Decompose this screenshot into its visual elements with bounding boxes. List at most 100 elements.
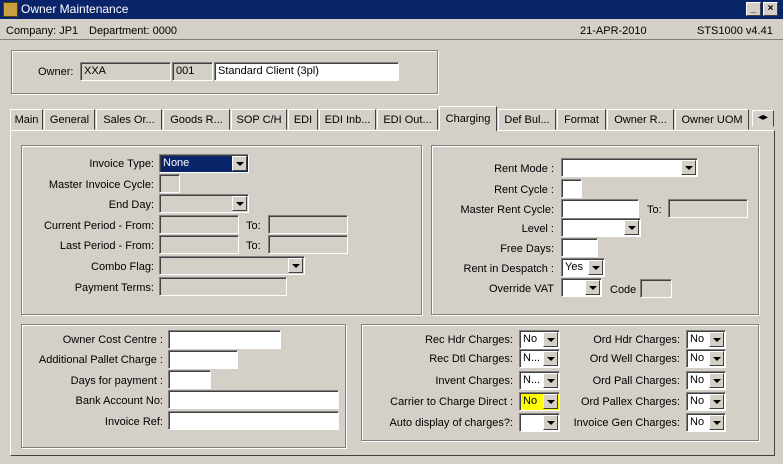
chevron-down-icon[interactable] bbox=[624, 220, 639, 235]
chevron-down-icon[interactable] bbox=[543, 351, 558, 366]
tab-scroll-arrows[interactable]: ◂▸ bbox=[752, 110, 774, 127]
ord-hdr-charges-label: Ord Hdr Charges: bbox=[593, 334, 680, 346]
vat-code-field[interactable] bbox=[640, 279, 672, 298]
master-invoice-cycle-field[interactable] bbox=[159, 174, 180, 193]
chevron-down-icon[interactable] bbox=[232, 196, 247, 211]
rent-mode-select[interactable] bbox=[561, 158, 698, 177]
tab-main[interactable]: Main bbox=[10, 109, 43, 130]
tab-edi-inbound[interactable]: EDI Inb... bbox=[319, 109, 376, 130]
current-period-to-field[interactable] bbox=[268, 215, 348, 234]
version-label: STS1000 v4.41 bbox=[697, 25, 773, 37]
level-select[interactable] bbox=[561, 218, 641, 237]
combo-flag-label: Combo Flag: bbox=[91, 261, 154, 273]
payment-terms-field[interactable] bbox=[159, 277, 287, 296]
ord-pallex-charges-value: No bbox=[690, 395, 705, 407]
current-period-from-field[interactable] bbox=[159, 215, 239, 234]
tab-format[interactable]: Format bbox=[557, 109, 606, 130]
rent-in-despatch-select[interactable]: Yes bbox=[561, 258, 605, 277]
owner-cost-centre-label: Owner Cost Centre : bbox=[62, 334, 163, 346]
chevron-down-icon[interactable] bbox=[585, 280, 600, 295]
bank-account-label: Bank Account No: bbox=[75, 395, 163, 407]
rec-hdr-charges-label: Rec Hdr Charges: bbox=[424, 334, 513, 346]
chevron-down-icon[interactable] bbox=[543, 332, 558, 347]
chevron-down-icon[interactable] bbox=[681, 160, 696, 175]
invoice-gen-charges-select[interactable]: No bbox=[686, 413, 726, 432]
master-rent-to-field[interactable] bbox=[668, 199, 748, 218]
invoice-ref-label: Invoice Ref: bbox=[104, 416, 163, 428]
ord-hdr-charges-select[interactable]: No bbox=[686, 330, 726, 349]
owner-cost-centre-field[interactable] bbox=[168, 330, 281, 349]
last-period-label: Last Period - From: bbox=[59, 240, 154, 252]
end-day-label: End Day: bbox=[108, 199, 154, 211]
invent-charges-select[interactable]: N... bbox=[519, 371, 560, 390]
tab-label: Charging bbox=[445, 113, 491, 125]
additional-pallet-charge-label: Additional Pallet Charge : bbox=[38, 354, 163, 366]
additional-pallet-charge-field[interactable] bbox=[168, 350, 238, 369]
invoice-type-select[interactable]: None bbox=[159, 154, 249, 173]
owner-code-field[interactable]: XXA bbox=[80, 62, 171, 81]
tab-owner-uom[interactable]: Owner UOM bbox=[675, 109, 749, 130]
tab-goods-received[interactable]: Goods R... bbox=[163, 109, 230, 130]
close-button[interactable]: × bbox=[763, 2, 778, 16]
tab-sales-orders[interactable]: Sales Or... bbox=[96, 109, 162, 130]
tab-sop-ch[interactable]: SOP C/H bbox=[231, 109, 287, 130]
chevron-down-icon[interactable] bbox=[709, 351, 724, 366]
ord-pall-charges-value: No bbox=[690, 374, 705, 386]
tab-default-bulk[interactable]: Def Bul... bbox=[498, 109, 556, 130]
tab-edi-outbound[interactable]: EDI Out... bbox=[377, 109, 438, 130]
chevron-down-icon[interactable] bbox=[709, 394, 724, 409]
ord-well-charges-label: Ord Well Charges: bbox=[589, 353, 680, 365]
invent-charges-label: Invent Charges: bbox=[435, 375, 513, 387]
invent-charges-value: N... bbox=[523, 374, 541, 386]
master-rent-cycle-field[interactable] bbox=[561, 199, 639, 218]
tab-edi[interactable]: EDI bbox=[288, 109, 318, 130]
tab-owner-r[interactable]: Owner R... bbox=[607, 109, 674, 130]
chevron-down-icon[interactable] bbox=[543, 415, 558, 430]
carrier-charge-direct-select[interactable]: No bbox=[519, 392, 560, 411]
chevron-down-icon[interactable] bbox=[588, 260, 603, 275]
chevron-down-icon[interactable] bbox=[709, 332, 724, 347]
chevron-down-icon[interactable] bbox=[232, 156, 247, 171]
ord-well-charges-select[interactable]: No bbox=[686, 349, 726, 368]
bank-account-field[interactable] bbox=[168, 390, 339, 409]
ord-pall-charges-select[interactable]: No bbox=[686, 371, 726, 390]
rec-dtl-charges-select[interactable]: N... bbox=[519, 349, 560, 368]
rec-dtl-charges-value: N... bbox=[523, 352, 541, 364]
owner-name-field[interactable]: Standard Client (3pl) bbox=[214, 62, 399, 81]
chevron-down-icon[interactable] bbox=[709, 415, 724, 430]
auto-display-charges-label: Auto display of charges?: bbox=[389, 417, 513, 429]
invoice-type-value: None bbox=[163, 157, 190, 169]
tab-label: Main bbox=[14, 114, 39, 126]
app-icon bbox=[3, 2, 18, 17]
chevron-down-icon[interactable] bbox=[543, 373, 558, 388]
tab-label: EDI Inb... bbox=[324, 114, 371, 126]
tab-label: Goods R... bbox=[170, 114, 223, 126]
free-days-field[interactable] bbox=[561, 238, 598, 257]
master-invoice-cycle-label: Master Invoice Cycle: bbox=[48, 179, 154, 191]
rent-in-despatch-value: Yes bbox=[565, 261, 583, 273]
owner-number-field[interactable]: 001 bbox=[172, 62, 213, 81]
end-day-select[interactable] bbox=[159, 194, 249, 213]
chevron-down-icon[interactable] bbox=[288, 258, 303, 273]
ord-pallex-charges-label: Ord Pallex Charges: bbox=[580, 396, 680, 408]
rec-hdr-charges-select[interactable]: No bbox=[519, 330, 560, 349]
last-period-to-field[interactable] bbox=[268, 235, 348, 254]
rent-cycle-field[interactable] bbox=[561, 179, 582, 198]
rec-hdr-charges-value: No bbox=[523, 333, 538, 345]
invoice-type-label: Invoice Type: bbox=[89, 158, 154, 170]
auto-display-charges-select[interactable] bbox=[519, 413, 560, 432]
minimize-button[interactable]: _ bbox=[746, 2, 761, 16]
override-vat-select[interactable] bbox=[561, 278, 602, 297]
tab-general[interactable]: General bbox=[44, 109, 95, 130]
title-bar: Owner Maintenance _ × bbox=[0, 0, 783, 19]
chevron-down-icon[interactable] bbox=[543, 394, 558, 409]
tab-charging[interactable]: Charging bbox=[439, 106, 497, 131]
invoice-ref-field[interactable] bbox=[168, 411, 339, 430]
ord-pallex-charges-select[interactable]: No bbox=[686, 392, 726, 411]
tab-label: EDI Out... bbox=[383, 114, 432, 126]
combo-flag-select[interactable] bbox=[159, 256, 305, 275]
invoice-gen-charges-value: No bbox=[690, 416, 705, 428]
chevron-down-icon[interactable] bbox=[709, 373, 724, 388]
days-for-payment-field[interactable] bbox=[168, 370, 211, 389]
last-period-from-field[interactable] bbox=[159, 235, 239, 254]
